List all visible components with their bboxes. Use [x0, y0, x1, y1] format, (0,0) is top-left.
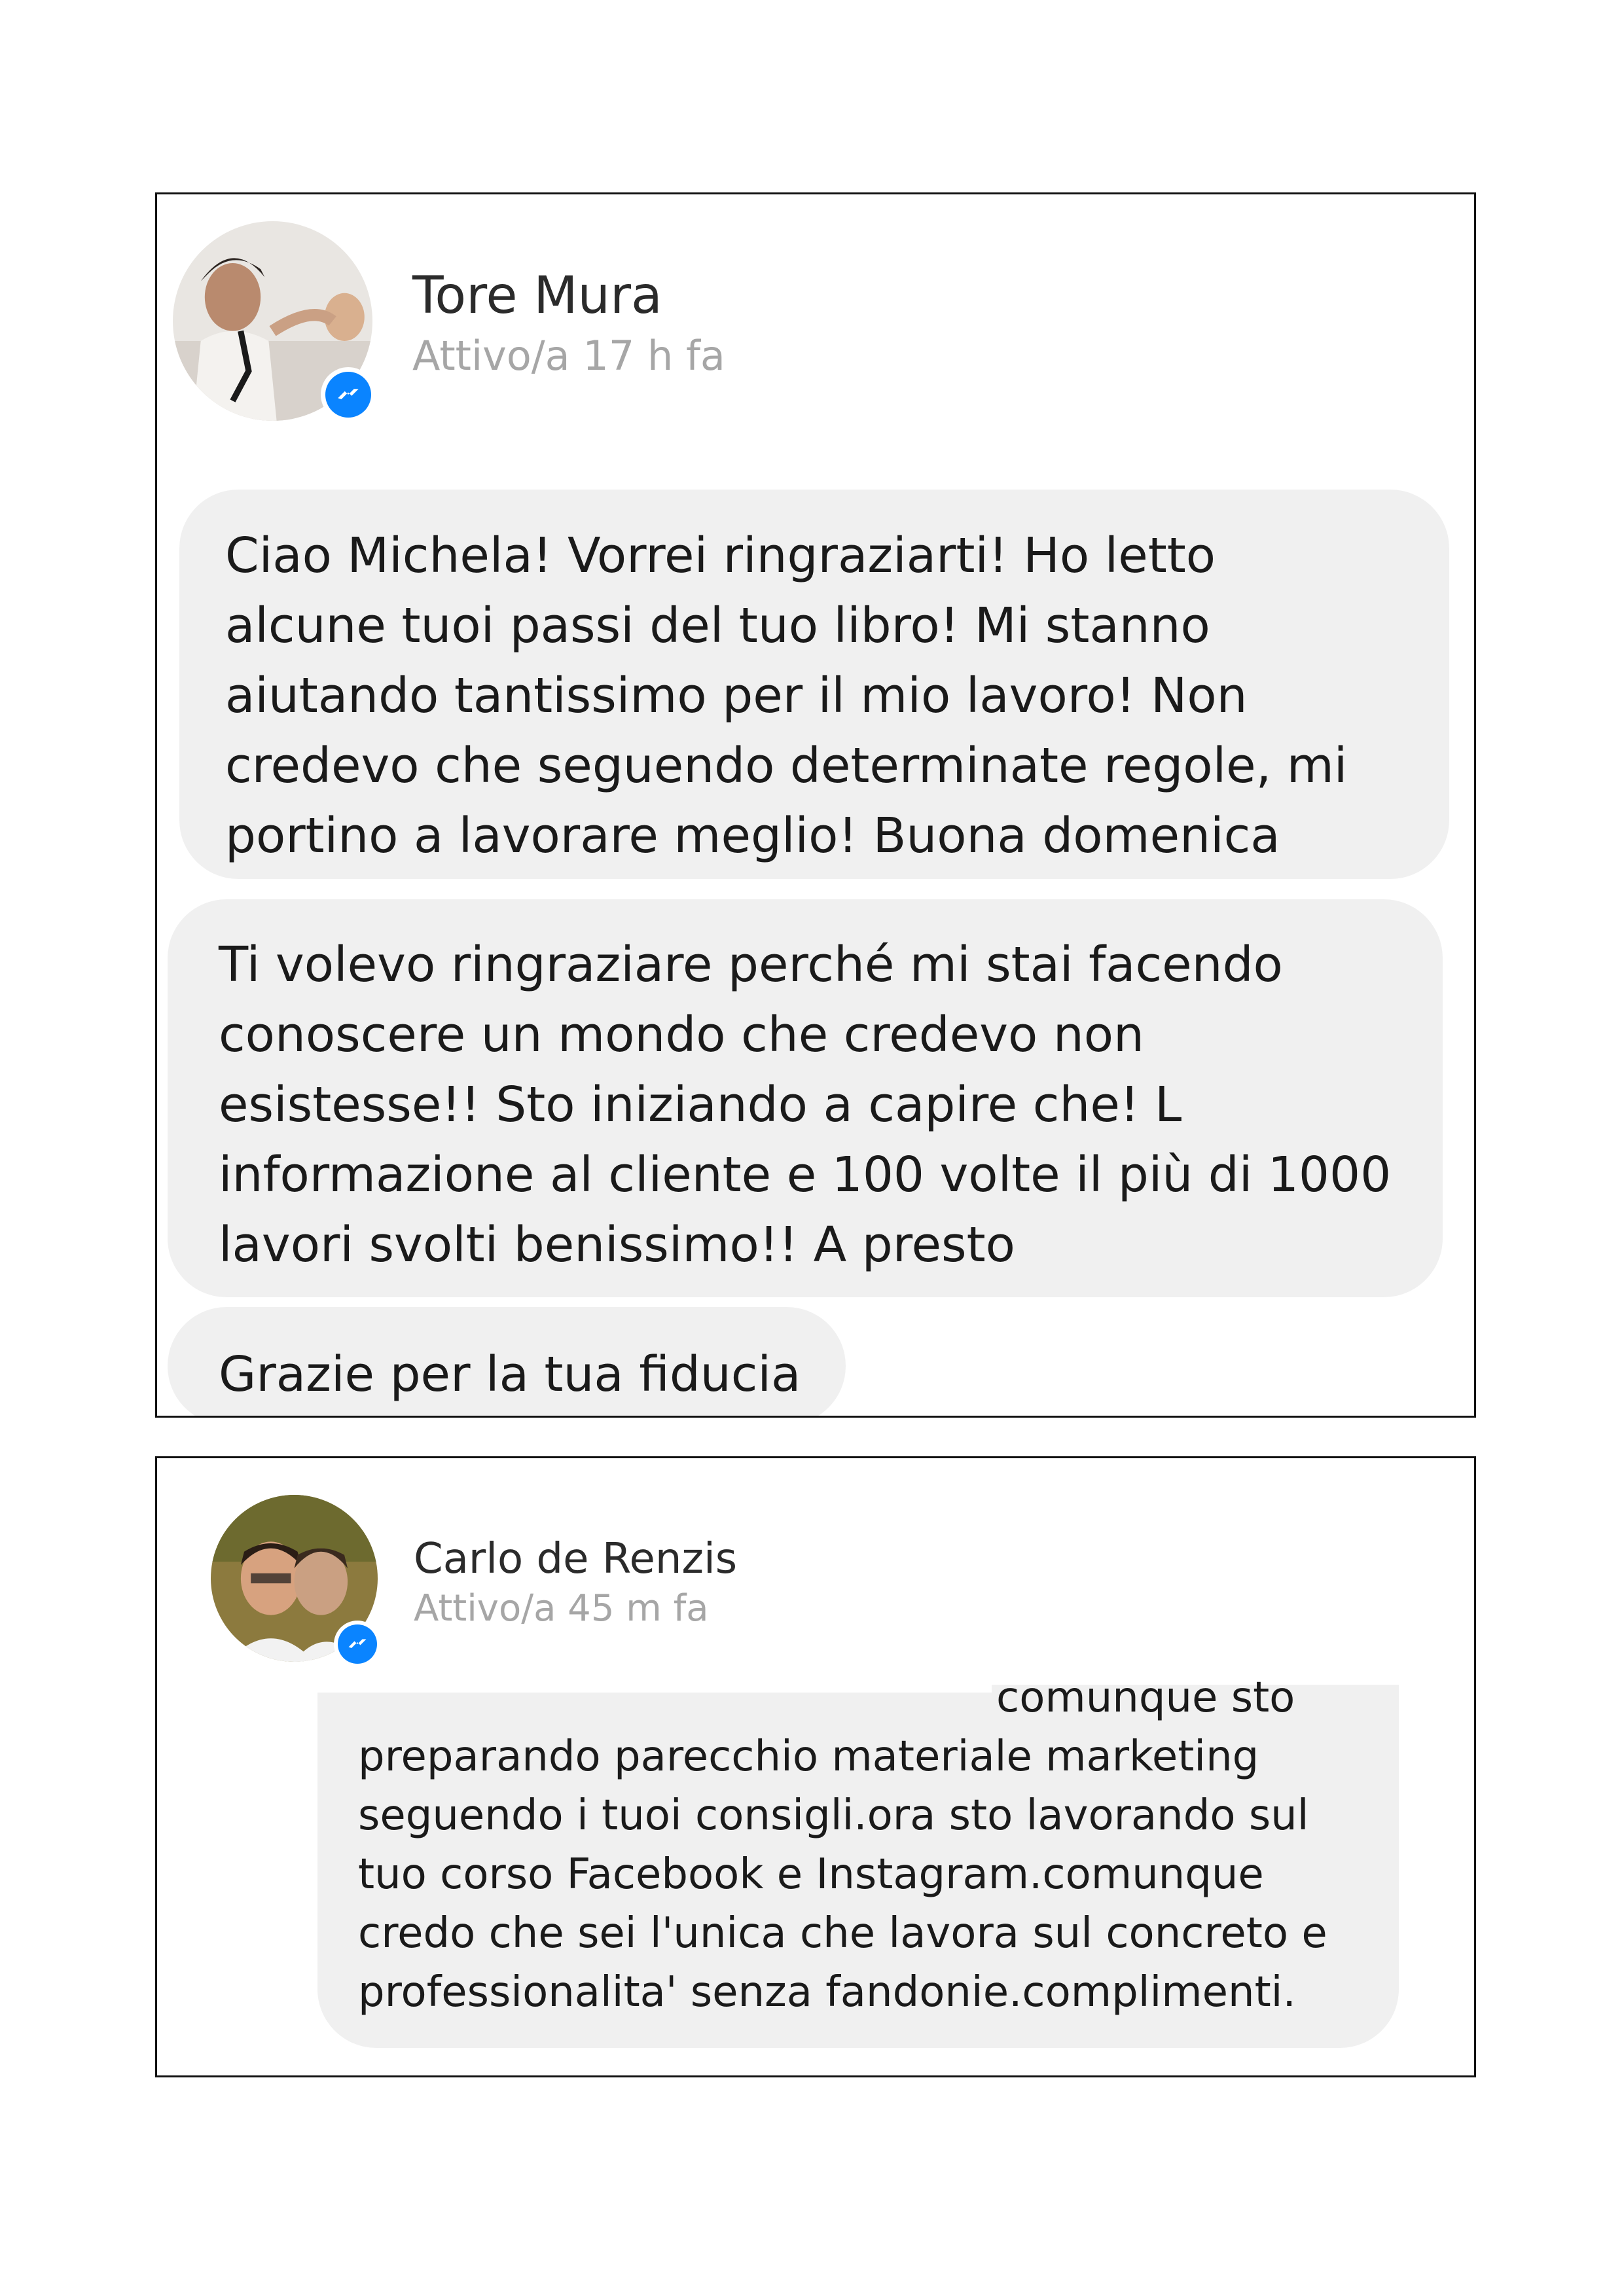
message-line: conoscere un mondo che credevo non [219, 1007, 1144, 1063]
message-line: Ti volevo ringraziare perché mi stai fac… [219, 937, 1283, 993]
message-line: alcune tuoi passi del tuo libro! Mi stan… [225, 598, 1210, 654]
message-line: credevo che seguendo determinate regole,… [225, 738, 1348, 794]
message-bubble[interactable]: Ciao Michela! Vorrei ringraziarti! Ho le… [179, 490, 1449, 879]
contact-name[interactable]: Tore Mura [412, 266, 662, 325]
message-bubble[interactable]: comunque sto preparando parecchio materi… [317, 1674, 1399, 2048]
message-line: tuo corso Facebook e Instagram.comunque [358, 1850, 1264, 1899]
messenger-icon [325, 372, 371, 418]
contact-name[interactable]: Carlo de Renzis [414, 1535, 737, 1583]
message-line: comunque sto [996, 1674, 1295, 1722]
message-line: esistesse!! Sto iniziando a capire che! … [219, 1077, 1182, 1133]
messenger-badge [321, 367, 376, 422]
message-line: aiutando tantissimo per il mio lavoro! N… [225, 668, 1248, 724]
message-line: preparando parecchio materiale marketing [358, 1732, 1259, 1781]
message-bubble[interactable]: Grazie per la tua fiducia [168, 1307, 846, 1416]
message-line: seguendo i tuoi consigli.ora sto lavoran… [358, 1791, 1309, 1840]
message-line: professionalita' senza fandonie.complime… [358, 1968, 1296, 2017]
message-line: credo che sei l'unica che lavora sul con… [358, 1909, 1327, 1958]
messenger-icon [338, 1624, 377, 1664]
bubble-crop-edge [317, 1685, 992, 1693]
message-line: portino a lavorare meglio! Buona domenic… [225, 808, 1280, 864]
message-line: lavori svolti benissimo!! A presto [219, 1217, 1015, 1273]
chat-card-tore-mura: Tore Mura Attivo/a 17 h fa Ciao Michela!… [155, 192, 1476, 1418]
active-status: Attivo/a 17 h fa [412, 332, 725, 380]
message-line: informazione al cliente e 100 volte il p… [219, 1147, 1392, 1203]
message-line: Ciao Michela! Vorrei ringraziarti! Ho le… [225, 528, 1216, 584]
chat-card-carlo-de-renzis: Carlo de Renzis Attivo/a 45 m fa comunqu… [155, 1456, 1476, 2077]
active-status: Attivo/a 45 m fa [414, 1587, 709, 1630]
message-line: Grazie per la tua fiducia [219, 1346, 801, 1403]
message-bubble[interactable]: Ti volevo ringraziare perché mi stai fac… [168, 899, 1443, 1297]
messenger-badge [334, 1621, 381, 1668]
